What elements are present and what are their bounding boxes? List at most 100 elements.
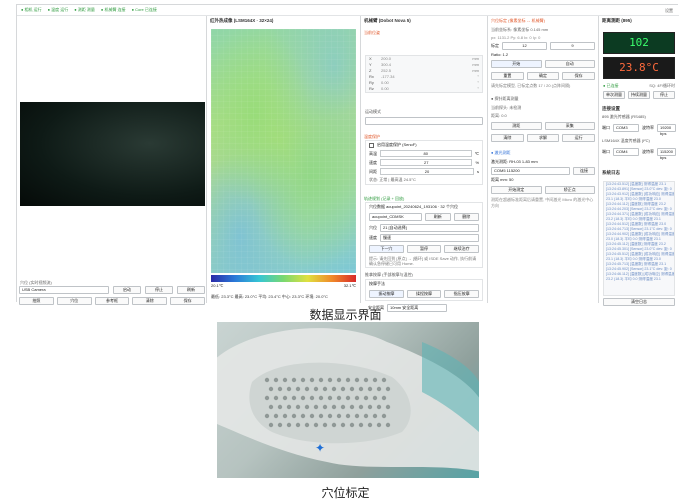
camera-actions: 拍照 穴位 参考框 清除 保存 [19,297,205,305]
acupoint-dot [291,395,297,401]
calib-num-b[interactable]: 9 [550,42,595,50]
traj-select[interactable]: acupoint_CDMSK [369,213,422,221]
acupoint-dot [336,413,342,419]
pause-button[interactable]: 暂停 [406,245,442,253]
safety-field-unit: % [475,160,479,165]
single-measure-button[interactable]: 单次测量 [603,91,625,99]
acupoint-dot [385,422,391,428]
force-tab[interactable]: 振动按摩 [369,290,404,298]
calib-save-button[interactable]: 保存 [562,72,596,80]
traj-delete-button[interactable]: 删除 [453,213,479,221]
calib-auto-button[interactable]: 自动 [544,60,595,68]
calib-ratio: Ratio: 1.2 [491,52,509,57]
camera-action-button[interactable]: 参考框 [94,297,130,305]
monitor-panel: 距离测距 (895) 102 23.8°C ● 已连接 SQ: 4F/循环时 单… [599,16,679,306]
temperature-display: 23.8°C [603,57,675,79]
camera-action-button[interactable]: 穴位 [56,297,92,305]
caption-photo: 穴位标定 [321,486,370,500]
sensor-title: 895 激光传感器 (RS485) [602,114,646,119]
checkbox-icon[interactable] [369,142,374,148]
camera-preview [20,102,205,206]
laser-start-button[interactable]: 开始测定 [491,186,542,194]
mode-select[interactable] [365,117,483,125]
probe-run-button[interactable]: 运行 [562,134,596,142]
next-point-button[interactable]: 下一穴 [369,245,404,253]
continuous-measure-button[interactable]: 持续测量 [628,91,650,99]
probe-solve-button[interactable]: 求解 [526,134,560,142]
acupoint-dot [318,413,324,419]
acupoint-dot [264,395,270,401]
acupoint-dot [268,386,274,392]
acupoint-dot [381,413,387,419]
baud-select[interactable]: 19200 bps [657,124,676,136]
calib-num-a[interactable]: 12 [502,42,547,50]
acupoint-dot [291,377,297,383]
point-select[interactable]: 21 [自动选择] [380,224,479,232]
speed-select[interactable]: 慢速 [380,234,479,242]
camera-action-button[interactable]: 保存 [170,297,205,305]
probe-clear-button[interactable]: 清除 [491,134,524,142]
acupoint-dot [372,395,378,401]
traj-refresh-button[interactable]: 刷新 [425,213,451,221]
safety-field-label: 间距 [369,168,377,174]
calib-confirm-button[interactable]: 确定 [526,72,560,80]
camera-controls: USB Camera 启动 停止 刷新 [19,286,205,294]
clear-log-button[interactable]: 清空日志 [603,298,675,306]
pose-u: ° [477,86,479,91]
stop-button[interactable]: 停止 [653,91,675,99]
pose-title: 当前位姿 [364,30,380,35]
system-log[interactable]: [13:24:43.512] [温度数] 测得温度 23.1 [13:24:43.… [603,181,675,296]
baud2-select[interactable]: 115200 bps [656,148,676,160]
camera-open-button[interactable]: 启动 [113,286,141,294]
baud-label: 波特率 [642,125,654,130]
acupoint-dot [318,377,324,383]
safety-field-input[interactable]: 27 [380,159,473,166]
camera-refresh-button[interactable]: 刷新 [177,286,205,294]
pose-v: 0.00 [381,86,389,91]
safety-field-input[interactable]: 20 [380,168,474,175]
acupoint-dot [354,377,360,383]
laser-port-select[interactable]: COM5 115200 [491,167,570,175]
acupoint-dot [277,422,283,428]
safety-box: 启用温度保护 (SenoF) 高温 80 ℃ 速度 27% 间距 20 s 状态: 正常 | … [365,140,483,185]
acupoint-dot [367,404,373,410]
acupoint-dot [349,422,355,428]
camera-action-button[interactable]: 拍照 [19,297,54,305]
laser-correct-button[interactable]: 矫正点 [544,186,595,194]
laser-connect-button[interactable]: 连接 [573,167,595,175]
settings-link[interactable]: 设置 [665,8,673,14]
pose-row: Rz 0.00 ° [366,86,482,92]
calib-start-button[interactable]: 开始 [491,60,542,68]
force-tab[interactable]: 指压按摩 [444,290,480,298]
safety-field-input[interactable]: 80 [380,150,472,157]
acupoint-dot [376,386,382,392]
safety-field-unit: ℃ [474,151,480,156]
probe-collect-button[interactable]: 采集 [544,122,595,130]
sensor-port-row: 端口 COM3 波特率 19200 bps [599,123,679,136]
camera-stop-button[interactable]: 停止 [145,286,173,294]
acupoint-dot [363,377,369,383]
status-item: ● 测距 测量 [74,7,95,12]
acupoint-dot [264,413,270,419]
acupoint-dot [295,386,301,392]
acupoint-dot [354,413,360,419]
acupoint-dot [282,413,288,419]
safety-field-row: 高温 80 ℃ [366,149,482,158]
probe-row-2: 清除 求解 运行 [488,132,598,144]
continue-button[interactable]: 继续治疗 [444,245,480,253]
traj-file: 穴位数据 acupoint_20240624_193106 · 32 个穴位 [369,204,458,209]
monitor-title: 距离测距 (895) [602,18,632,23]
probe-measure-button[interactable]: 测距 [491,122,542,130]
camera-device-select[interactable]: USB Camera [19,286,109,294]
calib-reset-button[interactable]: 重置 [491,72,524,80]
force-title: 推拿按摩 (手部按摩与温控) [365,272,413,277]
acupoint-dot [268,404,274,410]
force-tab[interactable]: 揉捏按摩 [406,290,442,298]
acupoint-dot [273,395,279,401]
step-buttons: 下一穴 暂停 继续治疗 [366,243,482,255]
camera-action-button[interactable]: 清除 [132,297,168,305]
port-select[interactable]: COM3 [613,124,639,132]
thermal-panel: 红外热成像 (LSM164X · 32×24) 20.1℃ 32.1℃ 最低: … [207,16,361,303]
acupoint-dot [322,422,328,428]
port2-select[interactable]: COM4 [612,148,639,156]
